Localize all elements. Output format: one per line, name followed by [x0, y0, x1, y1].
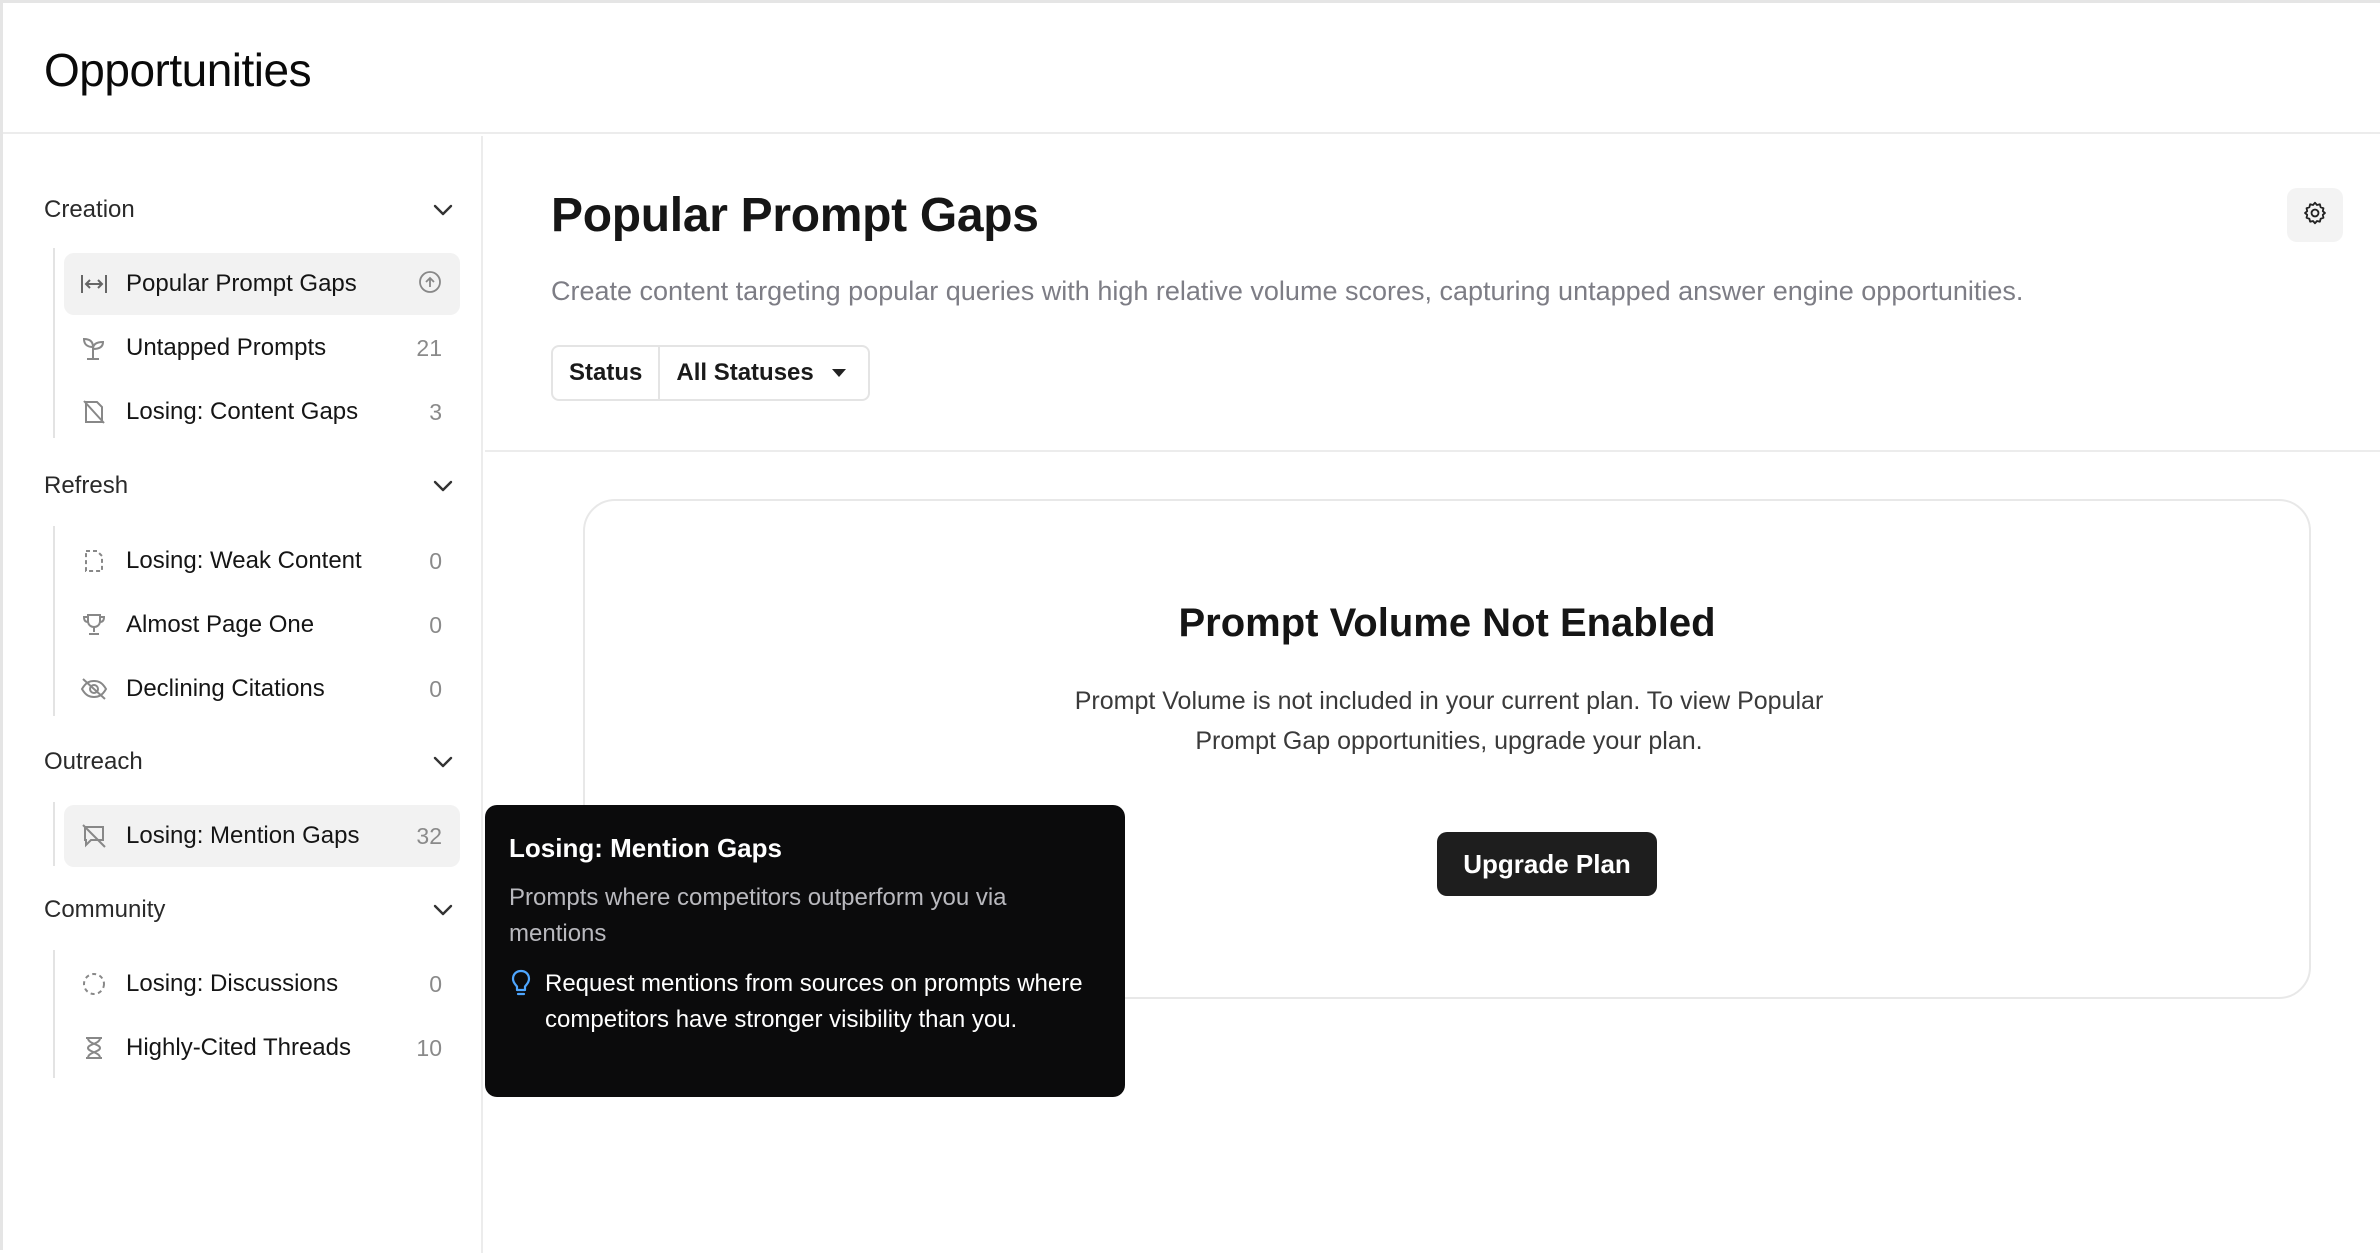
sidebar-item-highly-cited-threads[interactable]: Highly-Cited Threads 10 [64, 1017, 460, 1079]
app-title: Opportunities [44, 44, 312, 96]
tooltip-hint: Request mentions from sources on prompts… [509, 966, 1101, 1038]
group-divider [53, 950, 55, 1078]
file-dashed-icon [80, 547, 108, 575]
sidebar-item-untapped-prompts[interactable]: Untapped Prompts 21 [64, 317, 460, 379]
sidebar-item-label: Declining Citations [126, 675, 325, 702]
arrow-up-circle-icon [418, 270, 442, 299]
item-count: 32 [416, 822, 442, 849]
chevron-down-icon [432, 475, 454, 497]
group-label: Refresh [44, 472, 129, 499]
chevron-down-icon [432, 199, 454, 221]
status-filter: Status All Statuses [551, 345, 870, 401]
hourglass-icon [80, 1034, 108, 1062]
group-header-creation[interactable]: Creation [44, 190, 454, 230]
group-label: Creation [44, 196, 135, 223]
status-select-value: All Statuses [676, 359, 814, 386]
item-count: 3 [429, 398, 442, 425]
sidebar-item-losing-mention-gaps[interactable]: Losing: Mention Gaps 32 [64, 805, 460, 867]
app-window: Opportunities Creation Popular Prompt Ga… [0, 0, 2380, 1253]
sidebar-item-declining-citations[interactable]: Declining Citations 0 [64, 658, 460, 720]
sidebar-item-label: Losing: Mention Gaps [126, 822, 360, 849]
group-divider [53, 526, 55, 716]
sidebar-item-label: Losing: Content Gaps [126, 398, 359, 425]
page-title: Popular Prompt Gaps [551, 189, 1039, 242]
group-divider [53, 248, 55, 438]
chevron-down-icon [432, 751, 454, 773]
item-count: 21 [416, 334, 442, 361]
item-count: 0 [429, 611, 442, 638]
circle-dashed-icon [80, 970, 108, 998]
sidebar-item-losing-weak-content[interactable]: Losing: Weak Content 0 [64, 530, 460, 592]
group-label: Community [44, 896, 166, 923]
trophy-icon [80, 611, 108, 639]
group-label: Outreach [44, 748, 143, 775]
arrows-horizontal-icon [80, 270, 108, 298]
sidebar-item-label: Almost Page One [126, 611, 315, 638]
sidebar-item-label: Losing: Weak Content [126, 547, 362, 574]
filter-label: Status [553, 347, 661, 399]
caret-down-icon [831, 369, 846, 377]
file-off-icon [80, 398, 108, 426]
group-header-refresh[interactable]: Refresh [44, 466, 454, 506]
tooltip-description: Prompts where competitors outperform you… [509, 884, 1007, 947]
sprout-icon [80, 334, 108, 362]
message-off-icon [80, 822, 108, 850]
empty-state-title: Prompt Volume Not Enabled [1178, 601, 1716, 645]
eye-off-icon [80, 675, 108, 703]
tooltip: Losing: Mention Gaps Prompts where compe… [485, 805, 1125, 1097]
item-count: 10 [416, 1034, 442, 1061]
status-select[interactable]: All Statuses [660, 347, 867, 399]
tooltip-title: Losing: Mention Gaps [509, 833, 782, 863]
gear-icon [2302, 200, 2328, 231]
sidebar-item-label: Untapped Prompts [126, 334, 327, 361]
sidebar-item-label: Highly-Cited Threads [126, 1034, 351, 1061]
group-header-community[interactable]: Community [44, 890, 454, 930]
sidebar-item-label: Losing: Discussions [126, 970, 339, 997]
lightbulb-icon [509, 968, 533, 998]
sidebar-item-losing-content-gaps[interactable]: Losing: Content Gaps 3 [64, 381, 460, 443]
page-description: Create content targeting popular queries… [551, 276, 2024, 306]
sidebar-item-almost-page-one[interactable]: Almost Page One 0 [64, 594, 460, 656]
item-count: 0 [429, 547, 442, 574]
settings-button[interactable] [2287, 188, 2343, 242]
sidebar-item-label: Popular Prompt Gaps [126, 270, 357, 297]
upgrade-plan-button[interactable]: Upgrade Plan [1437, 832, 1657, 896]
sidebar-item-losing-discussions[interactable]: Losing: Discussions 0 [64, 953, 460, 1015]
group-header-outreach[interactable]: Outreach [44, 742, 454, 782]
chevron-down-icon [432, 899, 454, 921]
group-divider [53, 802, 55, 866]
item-count: 0 [429, 970, 442, 997]
tooltip-hint-text: Request mentions from sources on prompts… [545, 970, 1083, 1033]
top-bar: Opportunities [3, 3, 2380, 134]
sidebar: Creation Popular Prompt Gaps Untapped Pr… [3, 136, 483, 1253]
main-header: Popular Prompt Gaps Create content targe… [485, 136, 2380, 452]
sidebar-item-popular-prompt-gaps[interactable]: Popular Prompt Gaps [64, 253, 460, 315]
empty-state-text: Prompt Volume is not included in your cu… [1074, 687, 1824, 755]
item-count: 0 [429, 675, 442, 702]
